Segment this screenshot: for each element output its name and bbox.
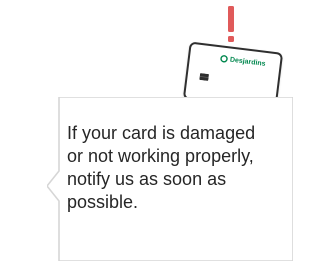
exclamation-icon	[228, 6, 234, 42]
card-brand-name: Desjardins	[229, 56, 266, 68]
card-chip-icon	[199, 73, 209, 81]
card-damage-message: If your card is damaged or not working p…	[67, 123, 256, 212]
card-brand-logo: Desjardins	[220, 54, 266, 68]
card-damage-notice: Desjardins If your card is damaged or no…	[0, 0, 300, 269]
desjardins-logo-icon	[220, 55, 228, 63]
